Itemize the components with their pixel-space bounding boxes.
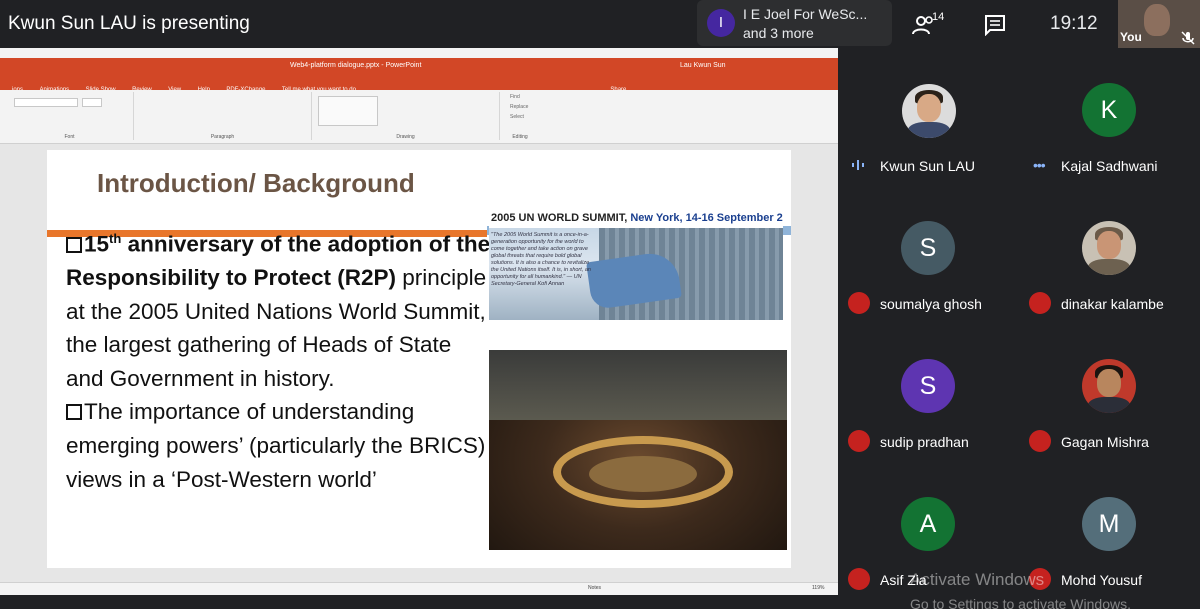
avatar-photo-face [1097, 369, 1121, 397]
bullet-1-bold-a: 15 [84, 231, 110, 257]
notification-line2: and 3 more [743, 25, 814, 41]
council-wall [489, 350, 787, 420]
self-label: You [1120, 30, 1142, 44]
summit-heading-place: New York, 14-16 September 2005 [630, 212, 783, 224]
participant-avatar: A [901, 497, 955, 551]
participant-tile[interactable]: M Mohd Yousuf [1019, 462, 1200, 600]
participant-name: Gagan Mishra [1061, 434, 1149, 450]
participant-avatar [902, 84, 956, 138]
shared-screen: Web4-platform dialogue.pptx - PowerPoint… [0, 48, 838, 595]
mic-off-icon [848, 292, 870, 314]
ribbon-group-drawing: Drawing [312, 92, 500, 140]
mic-off-icon [1029, 430, 1051, 452]
speaking-indicator-icon [852, 160, 864, 170]
mic-off-icon [1181, 31, 1195, 45]
summit-heading-title: 2005 UN WORLD SUMMIT, [491, 212, 628, 224]
mic-off-icon [1029, 292, 1051, 314]
ppt-status-bar: Notes 119% [0, 582, 838, 595]
font-size-box[interactable] [82, 98, 102, 107]
participant-tile[interactable]: Kwun Sun LAU [838, 48, 1019, 186]
join-notification[interactable]: I I E Joel For WeSc... and 3 more [697, 0, 892, 46]
participant-avatar: K [1082, 83, 1136, 137]
avatar-photo-body [1088, 259, 1130, 275]
meeting-window: Kwun Sun LAU is presenting I I E Joel Fo… [0, 0, 1200, 609]
participant-name: Mohd Yousuf [1061, 572, 1142, 588]
participant-tile[interactable]: S sudip pradhan [838, 324, 1019, 462]
top-bar: Kwun Sun LAU is presenting I I E Joel Fo… [0, 0, 1200, 48]
participant-avatar: S [901, 221, 955, 275]
avatar-photo-body [1088, 397, 1130, 413]
summit-heading: 2005 UN WORLD SUMMIT, New York, 14-16 Se… [491, 212, 783, 224]
slide-area: Introduction/ Background 15th anniversar… [0, 144, 838, 582]
participant-tile[interactable]: Gagan Mishra [1019, 324, 1200, 462]
activate-windows-hint: Go to Settings to activate Windows. [910, 596, 1131, 609]
un-building-photo: "The 2005 World Summit is a once-in-a-ge… [489, 228, 783, 320]
notification-avatar: I [707, 9, 735, 37]
bullet-checkbox-icon [66, 236, 82, 253]
participant-grid: Kwun Sun LAU K ••• Kajal Sadhwani S soum… [838, 48, 1200, 609]
avatar-photo-body [908, 122, 950, 138]
participant-avatar [1082, 359, 1136, 413]
council-table [553, 436, 733, 508]
ribbon-group-label: Drawing [396, 134, 415, 140]
security-council-photo [489, 350, 787, 550]
slide: Introduction/ Background 15th anniversar… [47, 150, 791, 568]
ppt-user-name: Lau Kwun Sun [680, 62, 726, 69]
self-view-tile[interactable]: You [1118, 0, 1200, 48]
participant-name: sudip pradhan [880, 434, 969, 450]
ppt-titlebar: Web4-platform dialogue.pptx - PowerPoint… [0, 58, 838, 78]
participant-avatar: S [901, 359, 955, 413]
participant-name: Kajal Sadhwani [1061, 158, 1158, 174]
notes-button[interactable]: Notes [588, 585, 601, 591]
bullet-2-text: The importance of understanding emerging… [66, 399, 486, 492]
participant-name: soumalya ghosh [880, 296, 982, 312]
participant-name: Kwun Sun LAU [880, 158, 975, 174]
participant-tile[interactable]: dinakar kalambe [1019, 186, 1200, 324]
find-button[interactable]: Find [510, 94, 520, 100]
summit-quote: "The 2005 World Summit is a once-in-a-ge… [491, 232, 591, 287]
mic-off-icon [848, 430, 870, 452]
participant-name: dinakar kalambe [1061, 296, 1164, 312]
presenting-label: Kwun Sun LAU is presenting [8, 13, 250, 34]
font-name-box[interactable] [14, 98, 78, 107]
avatar-photo-face [917, 94, 941, 122]
slide-title: Introduction/ Background [97, 168, 415, 198]
ribbon-group-label: Editing [512, 134, 528, 140]
clock: 19:12 [1050, 13, 1098, 34]
activate-windows-watermark: Activate Windows [910, 570, 1045, 589]
ribbon-group-editing: Find Replace Select Editing [500, 92, 540, 140]
participant-avatar: M [1082, 497, 1136, 551]
replace-button[interactable]: Replace [510, 104, 528, 110]
ribbon-group-paragraph: Paragraph [134, 92, 312, 140]
bullet-1-sup: th [109, 231, 122, 246]
bullet-checkbox-icon [66, 404, 82, 421]
people-count: 14 [932, 11, 945, 23]
participant-tile[interactable]: K ••• Kajal Sadhwani [1019, 48, 1200, 186]
ribbon-group-font: Font [6, 92, 134, 140]
more-dots-icon: ••• [1033, 157, 1046, 173]
ppt-ribbon-tabs: ions Animations Slide Show Review View H… [0, 78, 838, 93]
chat-icon[interactable] [984, 14, 1006, 36]
participant-avatar [1082, 221, 1136, 275]
ribbon-group-label: Font [64, 134, 75, 140]
slide-bullets: 15th anniversary of the adoption of the … [66, 222, 491, 496]
shapes-gallery[interactable] [318, 96, 378, 126]
notification-line1: I E Joel For WeSc... [743, 6, 868, 22]
avatar-photo-face [1097, 231, 1121, 259]
self-view-video [1144, 4, 1170, 36]
mic-off-icon [848, 568, 870, 590]
ppt-ribbon: Font Paragraph Drawing Find Replace Sele… [0, 90, 838, 144]
select-button[interactable]: Select [510, 114, 524, 120]
ribbon-group-label: Paragraph [210, 134, 235, 140]
zoom-level[interactable]: 119% [812, 585, 824, 591]
ppt-window-title: Web4-platform dialogue.pptx - PowerPoint [290, 62, 422, 69]
participant-tile[interactable]: S soumalya ghosh [838, 186, 1019, 324]
summit-image: 2005 UN WORLD SUMMIT, New York, 14-16 Se… [489, 206, 783, 320]
bullet-1: 15th anniversary of the adoption of the … [66, 222, 491, 395]
bullet-2: The importance of understanding emerging… [66, 395, 491, 496]
